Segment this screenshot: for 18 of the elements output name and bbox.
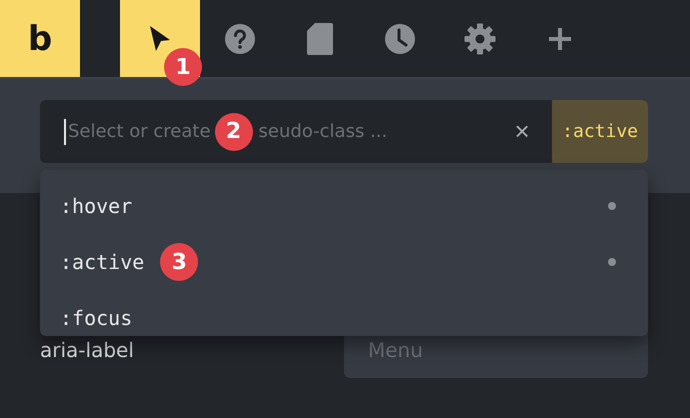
pseudo-class-field[interactable]: Select or create 2 seudo-class ... × :active [40, 100, 648, 163]
settings-icon [464, 22, 496, 54]
document-icon [307, 22, 333, 54]
attribute-label: aria-label [40, 338, 135, 362]
help-icon [224, 22, 256, 54]
logo: b [0, 0, 80, 77]
dropdown-option[interactable]: :focus [60, 306, 132, 330]
dropdown-option[interactable]: :hover [60, 194, 132, 218]
clear-button[interactable]: × [502, 116, 542, 147]
placeholder-text: Select or create [68, 121, 211, 142]
callout-badge: 2 [214, 112, 253, 150]
active-state-tag: :active [552, 100, 648, 163]
pointer-icon [148, 24, 172, 52]
dropdown-option[interactable]: :active [60, 250, 144, 274]
add-icon [548, 26, 572, 50]
placeholder-text: seudo-class ... [258, 121, 388, 142]
callout-badge: 3 [160, 243, 198, 281]
clock-icon [384, 22, 416, 54]
